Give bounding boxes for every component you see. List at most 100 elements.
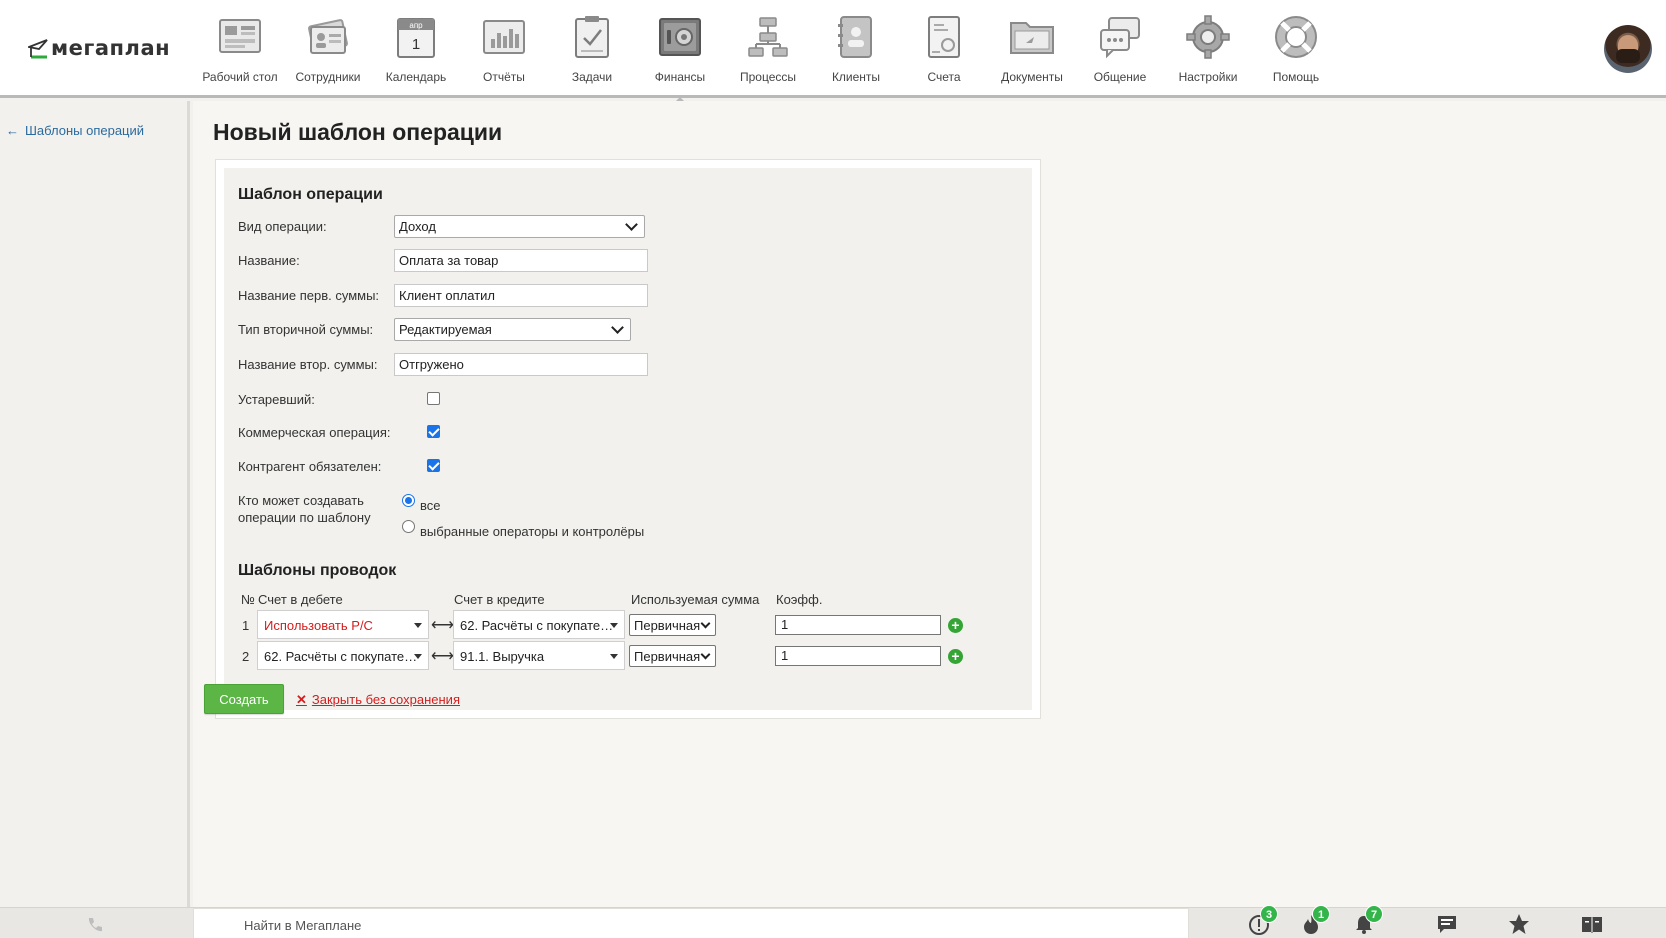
desktop-icon — [216, 12, 264, 62]
sum-type-select[interactable]: Первичная — [629, 645, 716, 667]
calendar-month: апр — [409, 21, 423, 30]
calendar-icon: апр 1 — [392, 12, 440, 62]
alerts-icon[interactable]: 3 — [1248, 905, 1278, 935]
op-type-select[interactable]: Доход — [394, 215, 645, 238]
nav-reports[interactable]: Отчёты — [460, 12, 548, 84]
bell-icon[interactable]: 7 — [1353, 905, 1383, 935]
first-sum-name-label: Название перв. суммы: — [238, 288, 380, 303]
nav-chat[interactable]: Общение — [1076, 12, 1164, 84]
nav-help[interactable]: Помощь — [1252, 12, 1340, 84]
nav-label: Рабочий стол — [202, 70, 278, 84]
nav-label: Документы — [1001, 70, 1063, 84]
employees-icon — [304, 12, 352, 62]
coef-input[interactable]: 1 — [775, 646, 941, 666]
second-sum-name-input[interactable]: Отгружено — [394, 353, 648, 376]
logo[interactable]: мегаплан — [28, 36, 170, 60]
nav-label: Задачи — [571, 70, 613, 84]
nav-label: Настройки — [1178, 70, 1238, 84]
nav-employees[interactable]: Сотрудники — [284, 12, 372, 84]
second-sum-type-value: Редактируемая — [399, 322, 492, 337]
chevron-down-icon — [700, 649, 711, 660]
form-panel: Шаблон операции Вид операции: Доход Назв… — [215, 159, 1041, 719]
credit-account-value: 91.1. Выручка — [460, 649, 545, 664]
col-header-coef: Коэфф. — [776, 592, 823, 607]
nav-processes[interactable]: Процессы — [724, 12, 812, 84]
nav-calendar[interactable]: апр 1 Календарь — [372, 12, 460, 84]
nav-finance[interactable]: Финансы — [636, 12, 724, 102]
form-panel-inner: Шаблон операции Вид операции: Доход Назв… — [224, 168, 1032, 710]
documents-icon — [1008, 12, 1056, 62]
section-title-template: Шаблон операции — [238, 186, 383, 203]
chat-icon — [1096, 12, 1144, 62]
chevron-down-icon — [625, 218, 638, 231]
nav-label: Отчёты — [483, 70, 525, 84]
counterparty-required-checkbox[interactable] — [427, 459, 440, 472]
sum-type-select[interactable]: Первичная — [629, 614, 716, 636]
nav-documents[interactable]: Документы — [988, 12, 1076, 84]
notifications-badge: 7 — [1365, 905, 1383, 923]
credit-account-value: 62. Расчёты с покупате… — [460, 618, 614, 633]
create-button[interactable]: Создать — [204, 684, 284, 714]
credit-account-select[interactable]: 91.1. Выручка — [453, 641, 625, 670]
chevron-down-icon — [700, 618, 711, 629]
nav-clients[interactable]: Клиенты — [812, 12, 900, 84]
col-header-debit: Счет в дебете — [258, 592, 343, 607]
nav-label: Финансы — [654, 70, 706, 84]
section-title-postings: Шаблоны проводок — [238, 562, 397, 579]
nav-settings[interactable]: Настройки — [1164, 12, 1252, 84]
page-title: Новый шаблон операции — [213, 119, 503, 145]
nav-label: Процессы — [739, 70, 796, 84]
counterparty-required-label: Контрагент обязателен: — [238, 459, 382, 474]
second-sum-name-label: Название втор. суммы: — [238, 357, 378, 372]
add-posting-icon[interactable]: + — [948, 618, 963, 633]
dropdown-arrow-icon — [414, 654, 422, 663]
main-content: Новый шаблон операции Шаблон операции Ви… — [193, 101, 1666, 907]
tasks-icon — [568, 12, 616, 62]
sum-type-value: Первичная — [634, 617, 701, 633]
dropdown-arrow-icon — [610, 654, 618, 663]
hot-badge: 1 — [1312, 905, 1330, 923]
phone-icon[interactable] — [86, 916, 104, 934]
footer-bar: Найти в Мегаплане 3 1 7 — [0, 905, 1666, 938]
close-without-saving-link[interactable]: ✕ Закрыть без сохранения — [296, 692, 460, 708]
top-header: мегаплан Рабочий стол Сотрудники апр 1 Ка… — [0, 0, 1666, 102]
who-can-create-label-2: операции по шаблону — [238, 510, 371, 525]
radio-selected-operators[interactable] — [402, 520, 415, 533]
messages-icon[interactable] — [1436, 913, 1460, 935]
nav-label: Помощь — [1272, 70, 1320, 84]
debit-account-select[interactable]: Использовать Р/С — [257, 610, 429, 639]
first-sum-name-input[interactable]: Клиент оплатил — [394, 284, 648, 307]
sum-type-value: Первичная — [634, 648, 701, 664]
nav-invoices[interactable]: Счета — [900, 12, 988, 84]
hot-icon[interactable]: 1 — [1300, 905, 1330, 935]
logo-text: мегаплан — [51, 36, 171, 60]
add-posting-icon[interactable]: + — [948, 649, 963, 664]
processes-icon — [744, 12, 792, 62]
posting-row-num: 2 — [242, 649, 250, 664]
book-icon[interactable] — [1580, 913, 1604, 935]
clients-icon — [832, 12, 880, 62]
debit-account-select[interactable]: 62. Расчёты с покупате… — [257, 641, 429, 670]
nav-desktop[interactable]: Рабочий стол — [196, 12, 284, 84]
op-type-label: Вид операции: — [238, 219, 327, 234]
back-to-templates-link[interactable]: ← Шаблоны операций — [6, 123, 144, 138]
close-icon: ✕ — [296, 692, 307, 707]
radio-selected-operators-label: выбранные операторы и контролёры — [420, 524, 645, 539]
back-link-label: Шаблоны операций — [25, 123, 145, 138]
global-search[interactable]: Найти в Мегаплане — [193, 908, 1189, 938]
second-sum-type-select[interactable]: Редактируемая — [394, 318, 631, 341]
debit-account-value: 62. Расчёты с покупате… — [264, 649, 418, 664]
favorites-star-icon[interactable] — [1508, 913, 1532, 935]
obsolete-checkbox[interactable] — [427, 392, 440, 405]
col-header-num: № — [241, 592, 255, 607]
radio-all[interactable] — [402, 494, 415, 507]
nav-tasks[interactable]: Задачи — [548, 12, 636, 84]
commercial-label: Коммерческая операция: — [238, 425, 391, 440]
commercial-checkbox[interactable] — [427, 425, 440, 438]
coef-input[interactable]: 1 — [775, 615, 941, 635]
name-label: Название: — [238, 253, 300, 268]
user-avatar[interactable] — [1604, 25, 1652, 73]
debit-account-value: Использовать Р/С — [264, 618, 373, 633]
credit-account-select[interactable]: 62. Расчёты с покупате… — [453, 610, 625, 639]
name-input[interactable]: Оплата за товар — [394, 249, 648, 272]
